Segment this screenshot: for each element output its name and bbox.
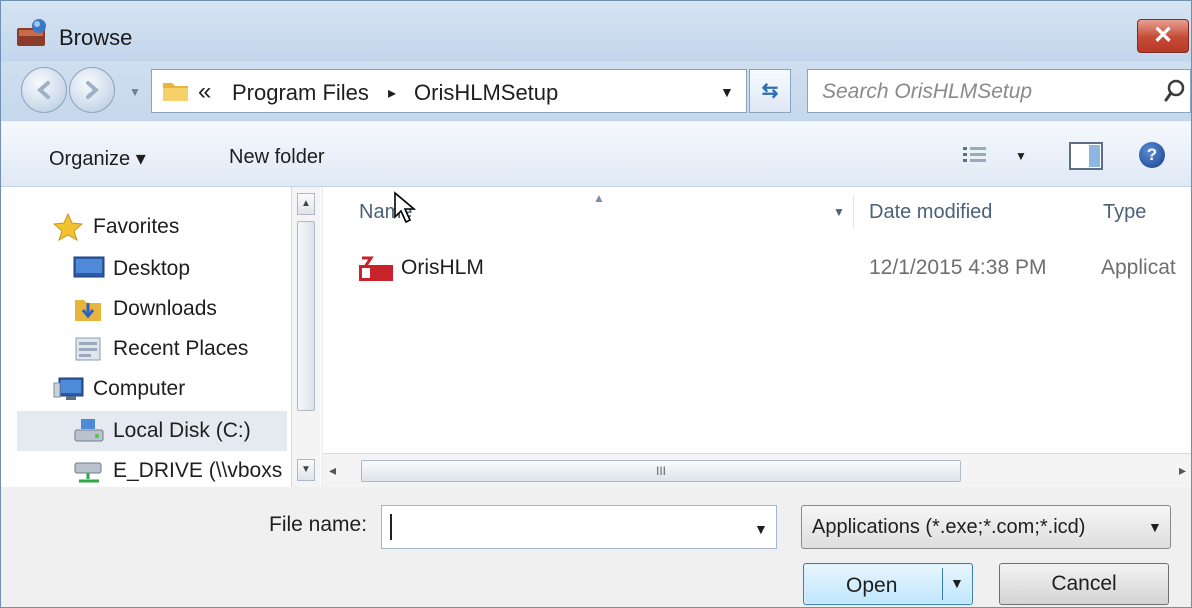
folder-icon — [163, 83, 188, 101]
star-icon — [53, 213, 83, 241]
computer-icon — [53, 377, 84, 400]
nav-item-label: E_DRIVE (\\vboxs — [113, 459, 283, 482]
file-type-select[interactable]: Applications (*.exe;*.com;*.icd) ▼ — [801, 505, 1171, 549]
open-button[interactable]: Open ▼ — [803, 563, 973, 605]
file-date-modified: 12/1/2015 4:38 PM — [869, 256, 1047, 279]
downloads-icon — [75, 300, 101, 321]
navigation-pane: Favorites Desktop Downloads Recent Place… — [1, 187, 321, 487]
column-header-type[interactable]: Type — [1103, 201, 1146, 251]
preview-pane-icon[interactable] — [1069, 142, 1103, 170]
organize-button[interactable]: Organize ▾ — [49, 146, 146, 171]
address-box[interactable]: « Program Files ▸ OrisHLMSetup ▼ — [151, 69, 747, 113]
desktop-icon — [73, 256, 105, 278]
chevron-down-icon[interactable]: ▼ — [754, 521, 768, 537]
views-icon[interactable] — [961, 144, 991, 166]
address-dropdown[interactable]: ▼ — [720, 84, 734, 100]
column-divider[interactable] — [853, 195, 854, 229]
cancel-button[interactable]: Cancel — [999, 563, 1169, 605]
arrow-left-icon — [36, 81, 50, 99]
file-name: OrisHLM — [401, 256, 484, 279]
nav-vertical-scrollbar[interactable]: ▲ ▼ — [291, 187, 320, 487]
file-type: Applicat — [1101, 256, 1176, 279]
column-header-date-modified[interactable]: Date modified — [869, 201, 992, 251]
chevron-down-icon[interactable]: ▼ — [1148, 519, 1162, 535]
refresh-button[interactable]: ⇆ — [749, 69, 791, 113]
bottom-panel: File name: ▼ Applications (*.exe;*.com;*… — [1, 487, 1191, 607]
nav-item-label: Downloads — [113, 297, 217, 320]
split-divider — [942, 568, 943, 600]
arrow-right-icon — [86, 81, 100, 99]
file-list-pane: Name ▲ ▼ Date modified Type OrisHLM 12/1… — [323, 187, 1191, 487]
network-drive-icon — [74, 462, 102, 483]
nav-item-label: Computer — [93, 377, 186, 400]
file-name-input[interactable]: ▼ — [381, 505, 777, 549]
browse-dialog: Browse ✕ ▼ « Program Files ▸ OrisHLMSetu… — [0, 0, 1192, 608]
scroll-thumb[interactable]: III — [361, 460, 961, 482]
mouse-cursor-icon — [394, 191, 417, 224]
column-filter-dropdown[interactable]: ▼ — [833, 205, 845, 219]
file-row-orishlm[interactable]: OrisHLM 12/1/2015 4:38 PM Applicat — [353, 249, 1191, 289]
breadcrumb-orishlmsetup[interactable]: OrisHLMSetup — [414, 80, 558, 106]
scroll-left-icon[interactable]: ◂ — [329, 462, 336, 479]
breadcrumb-program-files[interactable]: Program Files — [232, 80, 369, 106]
close-button[interactable]: ✕ — [1137, 19, 1189, 53]
search-icon[interactable] — [1164, 78, 1186, 104]
title-bar[interactable]: Browse ✕ — [1, 1, 1191, 61]
window-title: Browse — [59, 25, 133, 50]
help-button[interactable]: ? — [1139, 142, 1165, 168]
chevron-down-icon[interactable]: ▼ — [950, 575, 964, 591]
grip-icon: III — [655, 464, 666, 478]
close-icon: ✕ — [1152, 22, 1174, 49]
overflow-chevron[interactable]: « — [198, 78, 211, 106]
horizontal-scrollbar[interactable]: ◂ III ▸ — [323, 453, 1191, 487]
help-icon: ? — [1146, 145, 1158, 164]
back-button[interactable] — [21, 67, 67, 113]
search-input[interactable]: Search OrisHLMSetup — [822, 80, 1032, 104]
breadcrumb-separator[interactable]: ▸ — [388, 83, 396, 103]
sort-indicator-icon: ▲ — [593, 191, 605, 205]
file-type-value: Applications (*.exe;*.com;*.icd) — [812, 516, 1086, 538]
drive-icon — [74, 419, 104, 442]
file-name-label: File name: — [269, 513, 368, 536]
command-toolbar: Organize ▾ New folder ▼ ? — [1, 121, 1191, 187]
address-bar-row: ▼ « Program Files ▸ OrisHLMSetup ▼ ⇆ Sea… — [1, 61, 1191, 121]
app-icon — [17, 19, 46, 46]
nav-item-label: Local Disk (C:) — [113, 419, 251, 442]
new-folder-button[interactable]: New folder — [229, 146, 325, 169]
forward-button[interactable] — [69, 67, 115, 113]
open-button-label: Open — [846, 574, 898, 597]
search-box[interactable]: Search OrisHLMSetup — [807, 69, 1191, 113]
recent-places-icon — [75, 337, 101, 361]
recent-locations-dropdown[interactable]: ▼ — [129, 85, 141, 99]
nav-item-label: Desktop — [113, 257, 191, 280]
scroll-thumb[interactable] — [297, 221, 315, 411]
refresh-icon: ⇆ — [761, 80, 779, 102]
nav-item-label: Favorites — [93, 215, 180, 238]
scroll-up-button[interactable]: ▲ — [297, 193, 315, 215]
scroll-right-icon[interactable]: ▸ — [1179, 462, 1186, 479]
scroll-down-button[interactable]: ▼ — [297, 459, 315, 481]
text-caret — [390, 514, 392, 540]
app-icon — [359, 256, 393, 281]
views-dropdown[interactable]: ▼ — [1015, 149, 1027, 163]
nav-item-label: Recent Places — [113, 337, 249, 360]
